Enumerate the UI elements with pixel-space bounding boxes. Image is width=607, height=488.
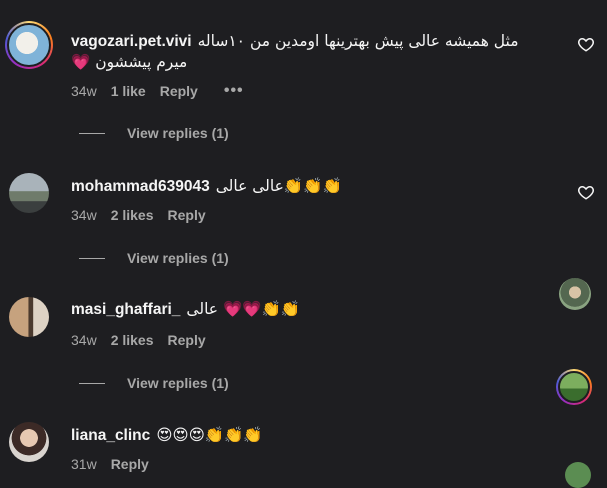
comment-meta: 34w 2 likes Reply	[71, 332, 206, 348]
comment-meta: 34w 2 likes Reply	[71, 207, 206, 223]
divider-line	[79, 382, 105, 384]
view-replies-button[interactable]: View replies (1)	[79, 375, 229, 391]
side-avatar[interactable]	[565, 462, 591, 488]
reply-button[interactable]: Reply	[168, 332, 206, 348]
comment-time: 34w	[71, 207, 97, 223]
comment-body: mohammad639043 عالی عالی👏👏👏	[71, 176, 547, 197]
comment-text: مثل همیشه عالی پیش بهترینها اومدین من ۱۰…	[197, 32, 519, 50]
comment-username[interactable]: masi_ghaffari_	[71, 301, 180, 318]
like-count[interactable]: 2 likes	[111, 207, 154, 223]
comment-username[interactable]: liana_clinc	[71, 427, 150, 444]
divider-line	[79, 257, 105, 259]
comment-body: liana_clinc 😍😍😍👏👏👏	[71, 425, 547, 446]
side-avatar[interactable]	[559, 278, 591, 310]
heart-outline-icon[interactable]	[577, 183, 595, 201]
like-count[interactable]: 1 like	[111, 83, 146, 99]
reply-button[interactable]: Reply	[168, 207, 206, 223]
avatar[interactable]	[9, 297, 49, 337]
avatar[interactable]	[5, 21, 53, 69]
side-avatar-story[interactable]	[556, 369, 592, 405]
like-count[interactable]: 2 likes	[111, 332, 154, 348]
view-replies-label: View replies (1)	[127, 125, 229, 141]
divider-line	[79, 132, 105, 134]
comment-body: vagozari.pet.vivi مثل همیشه عالی پیش بهتر…	[71, 31, 547, 73]
reply-button[interactable]: Reply	[160, 83, 198, 99]
comment-username[interactable]: mohammad639043	[71, 178, 210, 195]
avatar-image	[7, 23, 51, 67]
view-replies-button[interactable]: View replies (1)	[79, 125, 229, 141]
comment-text-continued: میرم پیششون 💗	[71, 53, 188, 71]
heart-outline-icon[interactable]	[577, 35, 595, 53]
comment-time: 34w	[71, 332, 97, 348]
comment-time: 34w	[71, 83, 97, 99]
avatar[interactable]	[9, 173, 49, 213]
view-replies-label: View replies (1)	[127, 375, 229, 391]
view-replies-label: View replies (1)	[127, 250, 229, 266]
view-replies-button[interactable]: View replies (1)	[79, 250, 229, 266]
comment-text: عالی عالی👏👏👏	[215, 177, 342, 195]
comment-meta: 34w 1 like Reply •••	[71, 82, 244, 100]
comment-text: عالی 💗💗👏👏	[186, 300, 301, 318]
comment-body: masi_ghaffari_ عالی 💗💗👏👏	[71, 299, 547, 320]
avatar-image	[558, 371, 590, 403]
comment-username[interactable]: vagozari.pet.vivi	[71, 33, 192, 50]
more-options-icon[interactable]: •••	[224, 82, 244, 100]
avatar[interactable]	[9, 422, 49, 462]
comment-text: 😍😍😍👏👏👏	[156, 426, 263, 444]
